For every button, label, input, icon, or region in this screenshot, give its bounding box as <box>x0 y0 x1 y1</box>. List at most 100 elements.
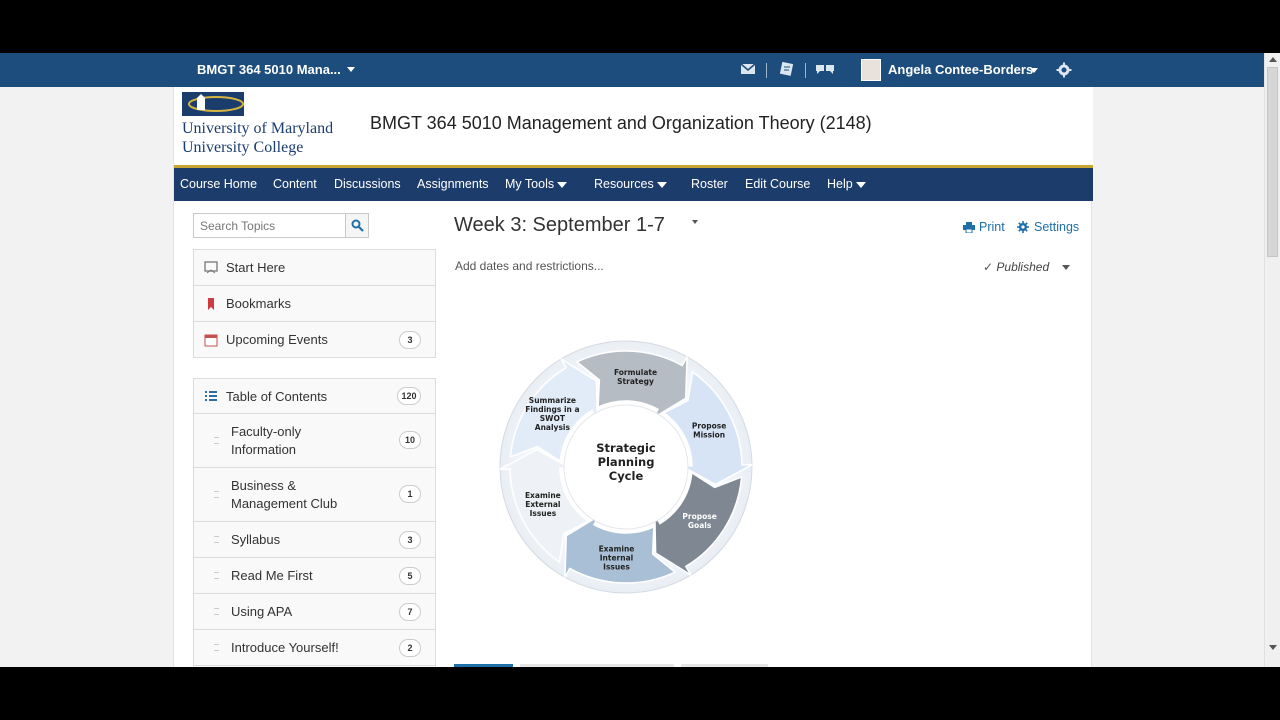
chevron-down-icon[interactable] <box>1062 265 1070 270</box>
module-menu-caret-icon[interactable] <box>692 220 698 224</box>
toc-label: Table of Contents <box>226 389 328 404</box>
scroll-thumb[interactable] <box>1267 67 1278 257</box>
toc-item-label: Introduce Yourself! <box>231 640 339 655</box>
toc-item[interactable]: Introduce Yourself! 2 <box>194 630 435 666</box>
toc-item[interactable]: Business & Management Club 1 <box>194 468 435 522</box>
course-selector[interactable]: BMGT 364 5010 Mana... <box>197 62 355 77</box>
chevron-down-icon[interactable] <box>1030 68 1038 73</box>
nav-resources[interactable]: Resources <box>594 177 667 191</box>
cycle-step-label: Propose <box>682 512 716 521</box>
toc-item-label: Faculty-only Information <box>231 424 302 457</box>
browser-viewport: BMGT 364 5010 Mana... Angela Contee-Bord… <box>0 53 1280 667</box>
chevron-down-icon <box>557 181 568 188</box>
strategic-planning-cycle-diagram: FormulateStrategyProposeMissionProposeGo… <box>499 340 753 594</box>
cycle-step-label: SWOT <box>540 414 566 423</box>
nav-course-home[interactable]: Course Home <box>180 177 257 191</box>
published-status[interactable]: ✓ Published <box>983 260 1049 274</box>
cycle-step-label: Summarize <box>529 396 576 405</box>
toc-item-label: Read Me First <box>231 568 313 583</box>
sidebar-item-upcoming-events[interactable]: Upcoming Events 3 <box>194 322 435 358</box>
gear-icon[interactable] <box>1056 62 1072 78</box>
message-alerts-icon[interactable] <box>740 62 756 76</box>
nav-assignments[interactable]: Assignments <box>417 177 489 191</box>
toc-item-label: Syllabus <box>231 532 281 547</box>
chevron-down-icon <box>656 181 667 188</box>
settings-button[interactable]: Settings <box>1017 220 1079 234</box>
sidebar-item-start-here[interactable]: Start Here <box>194 250 435 286</box>
user-name[interactable]: Angela Contee-Borders <box>888 62 1033 77</box>
search-placeholder: Search Topics <box>200 219 276 233</box>
nav-my-tools[interactable]: My Tools <box>505 177 568 191</box>
scroll-down-icon[interactable] <box>1269 645 1277 650</box>
cycle-step-label: Analysis <box>535 423 571 432</box>
print-label: Print <box>979 220 1005 234</box>
toc-item[interactable]: Read Me First 5 <box>194 558 435 594</box>
count-badge: 2 <box>399 638 421 657</box>
list-icon <box>205 391 217 401</box>
drag-handle-icon[interactable] <box>214 436 219 444</box>
nav-my-tools-label: My Tools <box>505 177 555 191</box>
sidebar-item-label: Upcoming Events <box>226 332 328 347</box>
content-tab[interactable] <box>681 664 768 667</box>
nav-roster[interactable]: Roster <box>691 177 728 191</box>
course-page: University of Maryland University Colleg… <box>173 87 1093 667</box>
scroll-up-icon[interactable] <box>1269 57 1277 62</box>
toc-item[interactable]: Using APA 7 <box>194 594 435 630</box>
course-selector-label: BMGT 364 5010 Mana... <box>197 62 341 77</box>
course-banner: University of Maryland University Colleg… <box>174 87 1093 168</box>
divider <box>805 63 806 78</box>
search-button[interactable] <box>345 213 369 238</box>
nav-content[interactable]: Content <box>273 177 317 191</box>
nav-edit-course[interactable]: Edit Course <box>745 177 810 191</box>
drag-handle-icon[interactable] <box>214 535 219 543</box>
course-title: BMGT 364 5010 Management and Organizatio… <box>370 113 872 133</box>
content-tab[interactable] <box>520 664 674 667</box>
drag-handle-icon[interactable] <box>214 643 219 651</box>
chevron-down-icon <box>855 181 866 188</box>
cycle-center-line: Cycle <box>609 469 644 483</box>
drag-handle-icon[interactable] <box>214 571 219 579</box>
start-here-icon <box>204 260 218 273</box>
printer-icon <box>963 222 975 233</box>
minibar: BMGT 364 5010 Mana... Angela Contee-Bord… <box>0 53 1264 87</box>
page-scrollbar[interactable] <box>1264 53 1280 667</box>
cycle-step-label: Examine <box>599 545 635 554</box>
logo-text: University College <box>182 139 304 156</box>
divider <box>766 63 767 78</box>
cycle-step-label: Findings in a <box>525 405 579 414</box>
count-badge: 3 <box>399 530 421 549</box>
gear-icon <box>1017 221 1029 233</box>
toc-item-label: Business & Management Club <box>231 478 338 511</box>
university-logo[interactable] <box>182 92 244 116</box>
nav-discussions[interactable]: Discussions <box>334 177 401 191</box>
count-badge: 7 <box>399 602 421 621</box>
updates-alerts-icon[interactable] <box>779 62 795 76</box>
course-navbar: Course Home Content Discussions Assignme… <box>174 168 1093 201</box>
drag-handle-icon[interactable] <box>214 490 219 498</box>
add-dates-restrictions-link[interactable]: Add dates and restrictions... <box>455 259 604 273</box>
cycle-step-label: Strategy <box>617 377 654 386</box>
toc-item[interactable]: Faculty-only Information 10 <box>194 414 435 468</box>
drag-handle-icon[interactable] <box>214 607 219 615</box>
cycle-center-line: Planning <box>598 455 655 469</box>
count-badge: 1 <box>399 485 421 503</box>
nav-help[interactable]: Help <box>827 177 866 191</box>
cycle-step-label: Mission <box>693 430 725 439</box>
count-badge: 3 <box>399 331 421 349</box>
toc-item[interactable]: Syllabus 3 <box>194 522 435 558</box>
count-badge: 5 <box>399 566 421 585</box>
sidebar-item-bookmarks[interactable]: Bookmarks <box>194 286 435 322</box>
sidebar-item-label: Start Here <box>226 260 286 275</box>
nav-resources-label: Resources <box>594 177 654 191</box>
print-button[interactable]: Print <box>963 220 1005 234</box>
sidebar-item-label: Bookmarks <box>226 296 292 311</box>
check-icon: ✓ <box>983 260 994 274</box>
avatar[interactable] <box>861 59 881 81</box>
search-topics-input[interactable]: Search Topics <box>193 213 346 238</box>
content-tab-active[interactable] <box>454 664 513 667</box>
toc-header[interactable]: Table of Contents 120 <box>194 379 435 414</box>
subscription-alerts-icon[interactable] <box>815 62 835 76</box>
cycle-step-label: Internal <box>600 554 633 563</box>
cycle-step-label: Examine <box>525 491 561 500</box>
logo-text: University of Maryland <box>182 120 334 137</box>
